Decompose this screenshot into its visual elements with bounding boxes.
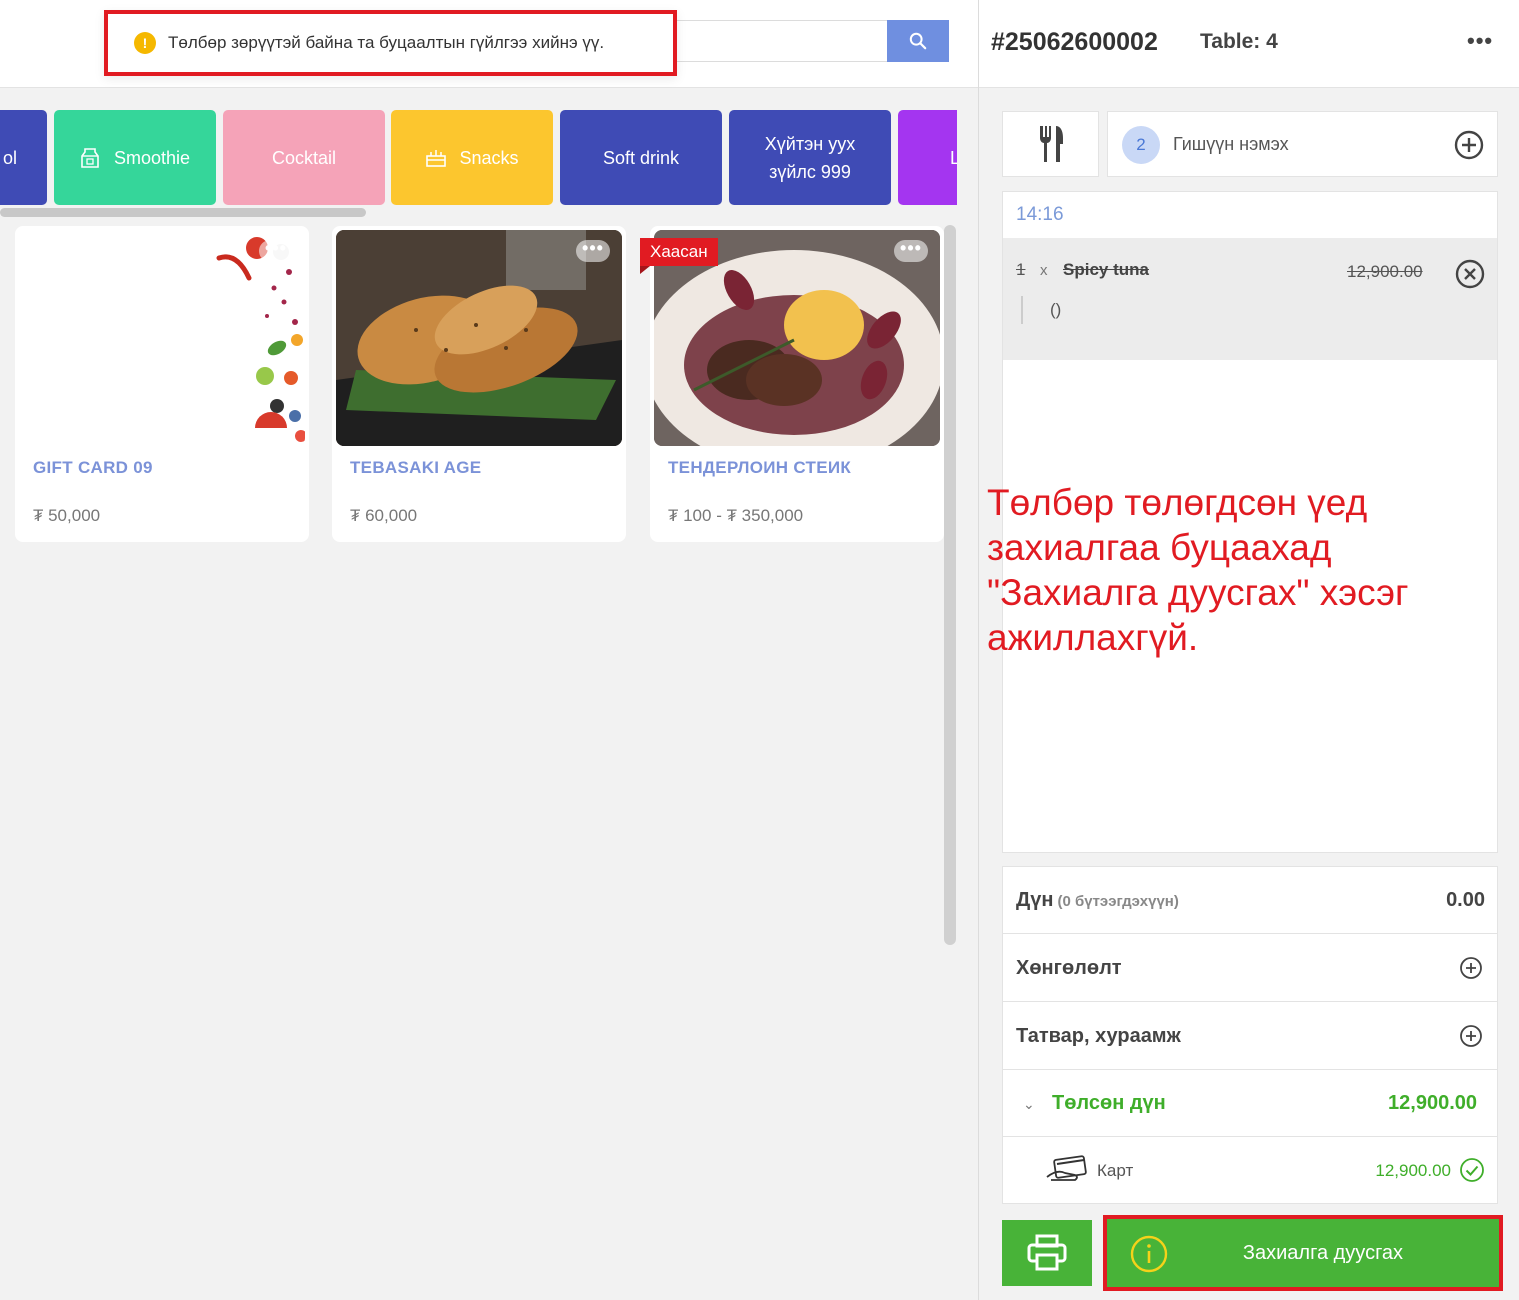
order-summary: Дүн (0 бүтээгдэхүүн) 0.00 Хөнгөлөлт Татва… [1002,866,1498,1204]
amount-row: Дүн (0 бүтээгдэхүүн) 0.00 [1003,867,1497,934]
product-name: ТЕНДЕРЛОИН СТЕИК [668,458,852,477]
more-menu-icon[interactable]: ••• [1467,28,1493,54]
tax-row[interactable]: Татвар, хураамж [1003,1003,1497,1070]
card-payment-row: Карт 12,900.00 [1003,1137,1497,1204]
printer-icon [1027,1234,1067,1271]
plus-circle-icon[interactable] [1459,1024,1483,1048]
print-button[interactable] [1002,1220,1092,1286]
finish-order-label: Захиалга дуусгах [1242,1242,1404,1264]
annotation-text: Төлбөр төлөгдсөн үед захиалгаа буцаахад … [987,482,1409,658]
category-tab[interactable]: L [898,110,957,205]
more-options-icon[interactable]: ••• [259,239,293,262]
category-tab-cold-drinks[interactable]: Хүйтэн уух зүйлс 999 [729,110,891,205]
paid-row[interactable]: ⌄ Төлсөн дүн 12,900.00 [1003,1070,1497,1137]
card-value: 12,900.00 [1375,1161,1451,1180]
item-quantity: 1 [1016,260,1026,279]
check-circle-icon [1460,1158,1484,1182]
order-header: #25062600002 Table: 4 ••• [979,0,1519,88]
chevron-down-icon[interactable]: ⌄ [1023,1096,1035,1113]
product-card[interactable]: ••• Хаасан ТЕНДЕРЛОИН СТЕИК ₮ 100 - ₮ 35… [640,226,944,542]
closed-badge: Хаасан [640,238,718,274]
toast-message: Төлбөр зөрүүтэй байна та буцаалтын гүйлг… [168,33,605,52]
order-time: 14:16 [1016,204,1064,225]
product-price: ₮ 60,000 [350,506,418,525]
order-item-row[interactable]: 1 x Spicy tuna 12,900.00 () [1003,238,1497,360]
category-tab-soft-drink[interactable]: Soft drink [560,110,722,205]
card-label: Карт [1097,1161,1134,1180]
plus-circle-icon[interactable] [1453,129,1485,161]
paid-label: Төлсөн дүн [1052,1092,1166,1114]
category-tab-smoothie[interactable]: Smoothie [54,110,216,205]
guest-selector[interactable]: 2 Гишүүн нэмэх [1107,111,1498,177]
dine-in-button[interactable] [1002,111,1099,177]
product-image: ••• [336,230,622,446]
discount-label: Хөнгөлөлт [1016,957,1122,979]
item-name: Spicy tuna [1063,260,1149,279]
item-price: 12,900.00 [1347,262,1423,281]
card-payment-icon [1046,1155,1087,1181]
table-label: Table: 4 [1200,30,1278,53]
amount-value: 0.00 [1446,889,1485,911]
finish-order-button[interactable]: Захиалга дуусгах [1103,1215,1503,1291]
paid-value: 12,900.00 [1388,1092,1477,1114]
product-card[interactable]: ••• GIFT CARD 09 ₮ 50,000 [15,226,309,542]
search-icon [909,32,927,50]
remove-item-icon[interactable] [1454,258,1486,290]
category-scrollbar[interactable] [0,208,366,217]
category-tab[interactable]: ol [0,110,47,205]
milk-carton-icon [81,147,99,168]
add-member-label: Гишүүн нэмэх [1173,134,1289,154]
cake-icon [426,149,447,167]
category-tab-cocktail[interactable]: Cocktail [223,110,385,205]
product-card[interactable]: ••• TEBASAKI AGE ₮ 60,000 [332,226,626,542]
guest-count: 2 [1122,126,1160,164]
product-name: TEBASAKI AGE [350,458,482,477]
product-name: GIFT CARD 09 [33,458,153,477]
search-button[interactable] [887,20,949,62]
item-modifiers: () [1021,296,1061,324]
category-tab-snacks[interactable]: Snacks [391,110,553,205]
products-scrollbar[interactable] [944,225,956,945]
amount-sub-label: (0 бүтээгдэхүүн) [1057,893,1179,910]
discount-row[interactable]: Хөнгөлөлт [1003,935,1497,1002]
plus-circle-icon[interactable] [1459,956,1483,980]
more-options-icon[interactable]: ••• [894,239,928,262]
order-number: #25062600002 [991,28,1158,56]
order-panel: #25062600002 Table: 4 ••• 2 Гишүүн нэмэх… [978,0,1519,1300]
more-options-icon[interactable]: ••• [576,239,610,262]
tax-label: Татвар, хураамж [1016,1025,1181,1047]
product-area: ! Төлбөр зөрүүтэй байна та буцаалтын гүй… [0,0,978,1300]
warning-toast: ! Төлбөр зөрүүтэй байна та буцаалтын гүй… [104,10,677,76]
product-price: ₮ 50,000 [33,506,101,525]
warning-icon: ! [134,32,156,54]
product-image: ••• [19,230,305,446]
product-price: ₮ 100 - ₮ 350,000 [668,506,804,525]
fork-knife-icon [1039,126,1063,162]
search-input[interactable] [660,20,888,62]
category-bar: ol Smoothie Cocktail Snacks Soft drink Х… [0,110,957,205]
item-multiply-sign: x [1040,262,1048,279]
amount-label: Дүн [1016,889,1054,911]
